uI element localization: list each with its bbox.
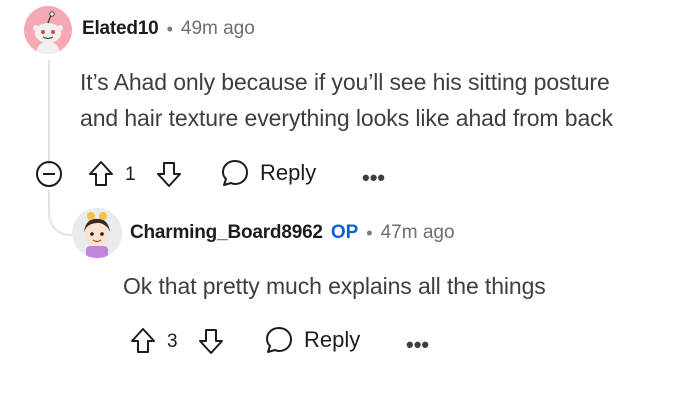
- reply-button[interactable]: Reply: [220, 158, 316, 188]
- reply-username[interactable]: Charming_Board8962: [130, 222, 323, 244]
- reply-label: Reply: [260, 160, 317, 185]
- comment-body-line: It’s Ahad only because if you’ll see his…: [80, 69, 610, 95]
- speech-bubble-icon: [264, 325, 294, 355]
- comment-timestamp: 49m ago: [180, 18, 255, 39]
- downvote-button[interactable]: [156, 159, 182, 189]
- thread-line: [48, 60, 50, 165]
- meta-separator: •: [366, 222, 373, 243]
- upvote-arrow-icon: [89, 161, 113, 186]
- downvote-arrow-icon: [199, 329, 223, 354]
- reply-timestamp: 47m ago: [380, 222, 455, 243]
- upvote-button[interactable]: [130, 326, 156, 356]
- comment-body: It’s Ahad only because if you’ll see his…: [80, 64, 613, 136]
- reply-label: Reply: [304, 327, 361, 352]
- avatar[interactable]: [24, 6, 72, 54]
- upvote-button[interactable]: [88, 159, 114, 189]
- custom-avatar-icon: [84, 212, 110, 258]
- op-badge: OP: [330, 222, 359, 243]
- collapse-thread-button[interactable]: [35, 160, 63, 188]
- snoo-avatar-icon: [33, 11, 63, 54]
- vote-count: 3: [167, 331, 178, 352]
- avatar[interactable]: [72, 208, 122, 258]
- comment-body-line: and hair texture everything looks like a…: [80, 105, 613, 131]
- comment-username[interactable]: Elated10: [82, 18, 159, 40]
- downvote-arrow-icon: [157, 162, 181, 187]
- reply-button[interactable]: Reply: [264, 325, 360, 355]
- meta-separator: •: [166, 18, 173, 39]
- collapse-icon: [36, 161, 62, 187]
- thread-connector: [48, 190, 74, 236]
- speech-bubble-icon: [220, 158, 250, 188]
- more-options-button[interactable]: •••: [406, 332, 429, 358]
- vote-count: 1: [125, 164, 136, 185]
- upvote-arrow-icon: [131, 328, 155, 353]
- more-options-button[interactable]: •••: [362, 165, 385, 191]
- reply-body: Ok that pretty much explains all the thi…: [123, 273, 546, 299]
- downvote-button[interactable]: [198, 326, 224, 356]
